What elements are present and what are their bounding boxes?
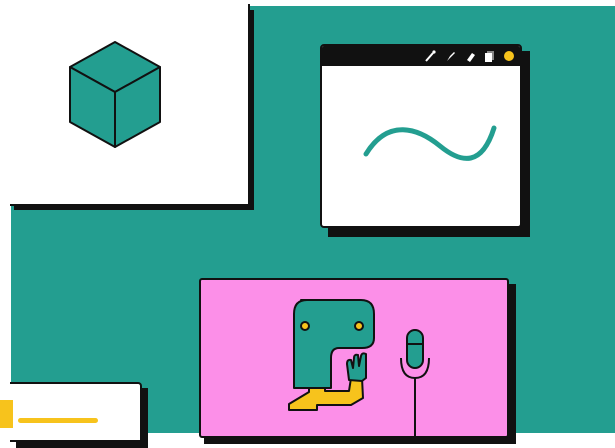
wave-stroke <box>363 125 497 161</box>
drawing-window-toolbar <box>322 46 520 66</box>
drawing-window <box>320 44 522 228</box>
yellow-tab <box>0 400 13 428</box>
cube-icon <box>69 41 161 148</box>
eraser-icon <box>467 53 475 62</box>
character-eye-right <box>354 321 364 331</box>
layers-icon <box>485 51 494 62</box>
stage-card <box>199 278 509 438</box>
note-card <box>10 382 142 442</box>
character-eye-left <box>300 321 310 331</box>
character-hand <box>346 352 367 382</box>
character-figure <box>288 299 430 436</box>
microphone-icon <box>400 329 430 436</box>
pen-nib-icon <box>447 52 455 61</box>
illustration-scene <box>0 0 615 448</box>
note-line <box>18 418 98 423</box>
cube-card <box>10 4 250 206</box>
color-dot-icon <box>504 51 514 61</box>
brush-icon <box>425 50 436 62</box>
